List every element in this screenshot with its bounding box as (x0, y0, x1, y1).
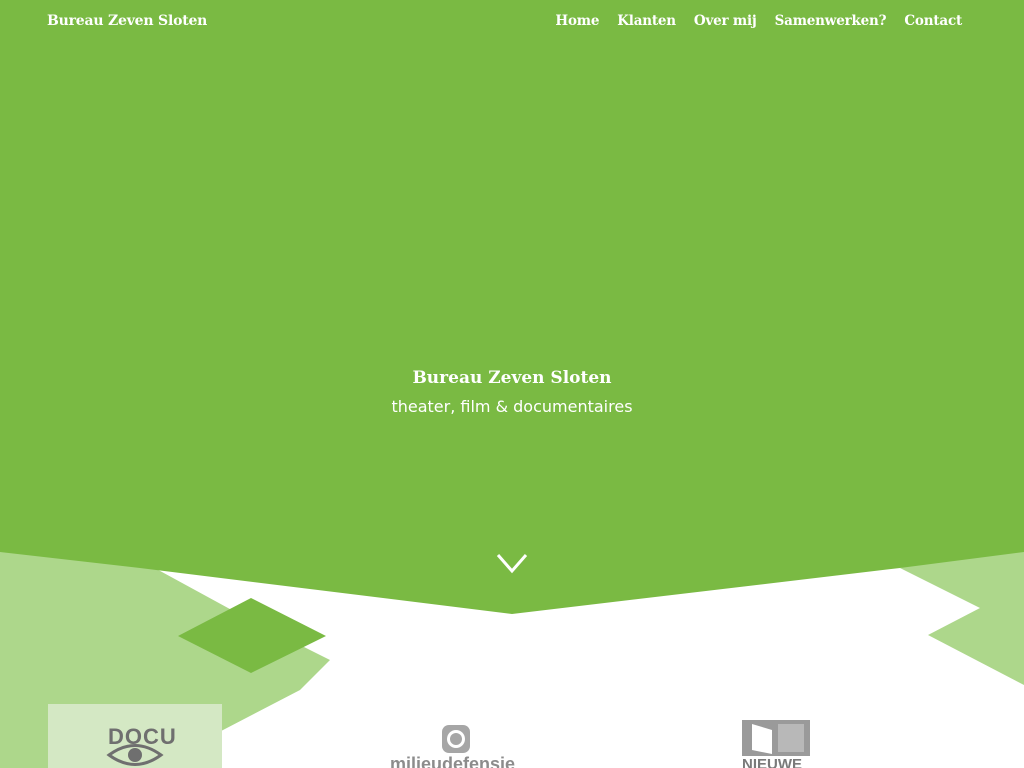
nav-home[interactable]: Home (555, 13, 599, 29)
chevron-down-icon[interactable] (495, 550, 529, 578)
book-icon (742, 720, 810, 756)
camera-ring-icon (442, 725, 470, 753)
hero-subtitle: theater, film & documentaires (391, 397, 633, 416)
hero-title: Bureau Zeven Sloten (412, 368, 612, 388)
client-logo-docu[interactable]: DOCU (48, 704, 222, 768)
site-header: Bureau Zeven Sloten Home Klanten Over mi… (0, 0, 1024, 46)
nav-contact[interactable]: Contact (904, 13, 962, 29)
eye-icon (106, 744, 164, 766)
main-nav: Home Klanten Over mij Samenwerken? Conta… (555, 13, 962, 29)
nav-samenwerken[interactable]: Samenwerken? (775, 13, 887, 29)
client-logo-nieuwe[interactable]: NIEUWE (738, 720, 814, 768)
brand-link[interactable]: Bureau Zeven Sloten (47, 13, 207, 29)
client-logo-milieudefensie[interactable]: milieudefensie (386, 722, 526, 768)
nav-over-mij[interactable]: Over mij (694, 13, 757, 29)
hero-green-area (0, 0, 1024, 614)
milieudefensie-logo-text: milieudefensie (390, 754, 516, 768)
nav-klanten[interactable]: Klanten (617, 13, 676, 29)
nieuwe-logo-text: NIEUWE (742, 756, 802, 768)
